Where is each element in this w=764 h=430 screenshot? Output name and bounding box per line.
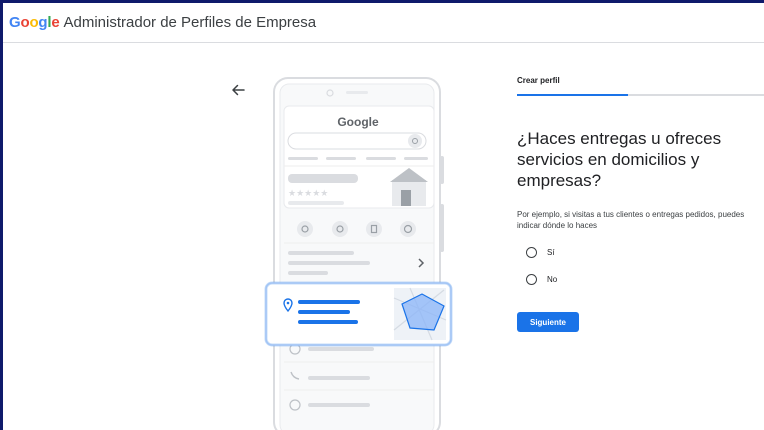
progress-bar-fill xyxy=(517,94,629,96)
radio-button-no[interactable] xyxy=(526,274,537,285)
target-icon xyxy=(332,221,348,237)
help-text: Por ejemplo, si visitas a tus clientes o… xyxy=(517,210,745,230)
progress-bar xyxy=(517,94,764,96)
window-frame-left xyxy=(0,0,3,430)
phone-stars: ★★★★★ xyxy=(288,189,328,199)
app-header: Google Administrador de Perfiles de Empr… xyxy=(3,3,764,43)
form-panel: Crear perfil ¿Haces entregas u ofreces s… xyxy=(517,76,764,231)
radio-option-no[interactable]: No xyxy=(526,274,557,285)
step-label: Crear perfil xyxy=(517,76,560,85)
globe-icon xyxy=(400,221,416,237)
phone-icon xyxy=(297,221,313,237)
radio-label-si: Sí xyxy=(547,248,555,257)
phone-illustration: Google ★★★★★ xyxy=(264,77,453,430)
next-button[interactable]: Siguiente xyxy=(517,312,579,332)
radio-button-si[interactable] xyxy=(526,247,537,258)
google-logo[interactable]: Google xyxy=(9,14,60,31)
bookmark-icon xyxy=(366,221,382,237)
app-title: Administrador de Perfiles de Empresa xyxy=(63,14,317,31)
service-area-map xyxy=(393,287,447,341)
phone-google-logo: Google xyxy=(337,115,379,129)
radio-label-no: No xyxy=(547,275,558,284)
question-heading: ¿Haces entregas u ofreces servicios en d… xyxy=(517,129,722,190)
back-arrow-icon[interactable] xyxy=(228,80,248,100)
radio-option-si[interactable]: Sí xyxy=(526,247,555,258)
